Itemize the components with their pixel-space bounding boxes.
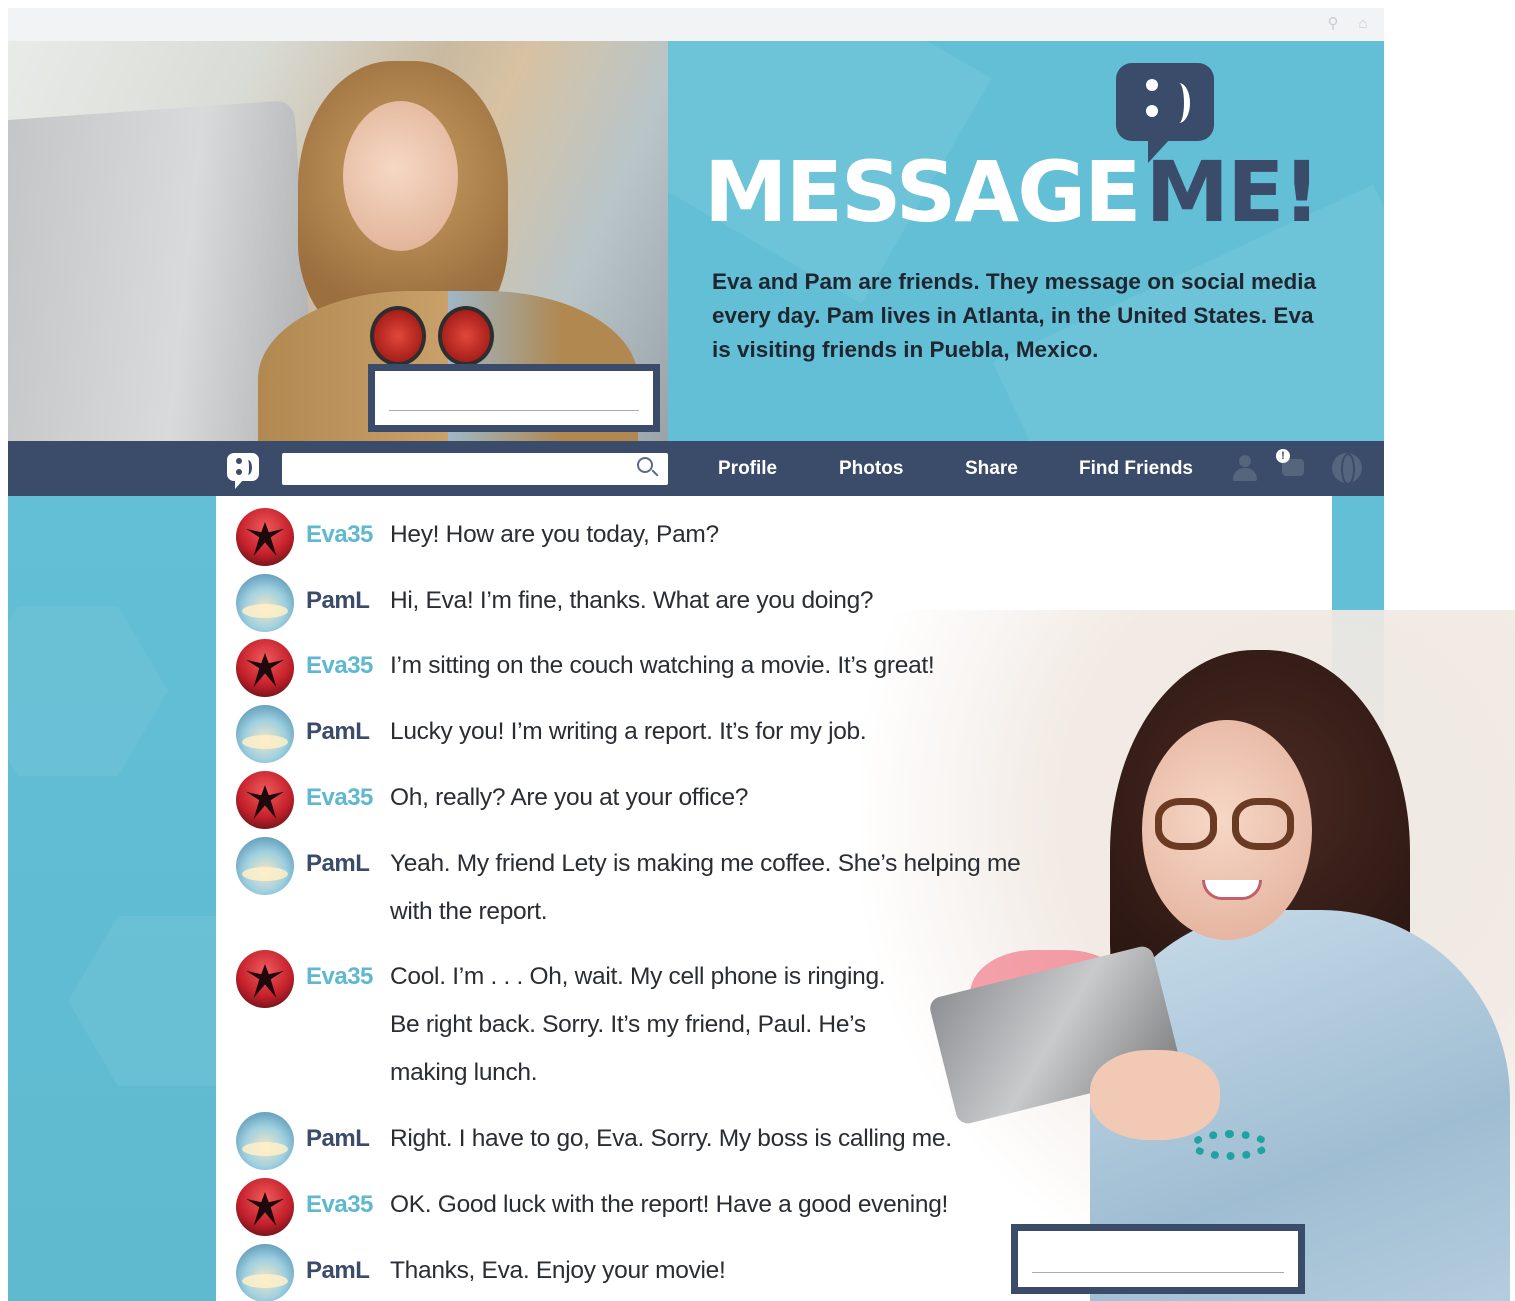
page-title: MESSAGEME! xyxy=(704,143,1321,241)
navigation-bar: Profile Photos Share Find Friends ! xyxy=(8,441,1384,496)
nav-find-friends-link[interactable]: Find Friends xyxy=(1079,458,1193,480)
message-username[interactable]: PamL xyxy=(294,586,390,616)
chat-message: Eva35 Cool. I’m . . . Oh, wait. My cell … xyxy=(236,950,886,1097)
logo-crescent xyxy=(244,460,252,475)
bracelet-illustration xyxy=(1190,1130,1270,1160)
palm-tree-avatar[interactable] xyxy=(236,639,294,697)
title-message: MESSAGE xyxy=(704,143,1142,241)
person-head xyxy=(1239,455,1251,467)
chat-message: Eva35 Oh, really? Are you at your office… xyxy=(236,771,748,829)
message-text: Hi, Eva! I’m fine, thanks. What are you … xyxy=(390,587,874,614)
chat-message: PamL Yeah. My friend Lety is making me c… xyxy=(236,837,1021,936)
sky-avatar[interactable] xyxy=(236,837,294,895)
glasses-left-illustration xyxy=(1155,798,1217,850)
hero-panel: MESSAGEME! Eva and Pam are friends. They… xyxy=(668,41,1384,441)
message-text: Thanks, Eva. Enjoy your movie! xyxy=(390,1257,726,1284)
palm-tree-avatar[interactable] xyxy=(236,950,294,1008)
message-bubble-logo-icon xyxy=(1116,63,1214,163)
globe-icon[interactable] xyxy=(1332,453,1362,485)
name-answer-box-bottom[interactable] xyxy=(1011,1224,1305,1294)
message-username[interactable]: PamL xyxy=(294,1256,390,1286)
message-username[interactable]: Eva35 xyxy=(294,783,390,813)
palm-tree-avatar[interactable] xyxy=(236,508,294,566)
message-username[interactable]: Eva35 xyxy=(294,962,390,992)
answer-line xyxy=(389,410,639,411)
chat-message: PamL Thanks, Eva. Enjoy your movie! xyxy=(236,1244,726,1301)
sky-avatar[interactable] xyxy=(236,574,294,632)
palm-tree-avatar[interactable] xyxy=(236,771,294,829)
search-icon[interactable]: ⚲ xyxy=(1323,14,1343,34)
nav-profile-link[interactable]: Profile xyxy=(718,458,777,480)
sky-avatar[interactable] xyxy=(236,705,294,763)
palm-tree-avatar[interactable] xyxy=(236,1178,294,1236)
left-background-panel xyxy=(0,496,268,1301)
sky-avatar[interactable] xyxy=(236,1244,294,1301)
message-username[interactable]: PamL xyxy=(294,1124,390,1154)
notification-badge: ! xyxy=(1276,449,1290,463)
message-username[interactable]: PamL xyxy=(294,849,390,879)
search-icon[interactable] xyxy=(633,457,657,481)
message-text: I’m sitting on the couch watching a movi… xyxy=(390,652,935,679)
headphone-left-illustration xyxy=(370,306,426,366)
logo-dot xyxy=(236,458,242,464)
search-input[interactable] xyxy=(282,453,668,485)
answer-line xyxy=(1032,1272,1284,1273)
chat-message: Eva35 I’m sitting on the couch watching … xyxy=(236,639,935,697)
chat-icon[interactable]: ! xyxy=(1276,449,1306,479)
bubble-crescent xyxy=(1168,83,1190,123)
message-text: Yeah. My friend Lety is making me coffee… xyxy=(390,850,1021,925)
message-text: Right. I have to go, Eva. Sorry. My boss… xyxy=(390,1125,952,1152)
home-icon[interactable]: ⌂ xyxy=(1353,14,1373,34)
message-username[interactable]: Eva35 xyxy=(294,1190,390,1220)
person-body xyxy=(1233,468,1257,481)
message-text: Hey! How are you today, Pam? xyxy=(390,521,719,548)
glasses-right-illustration xyxy=(1232,798,1294,850)
chat-message: PamL Hi, Eva! I’m fine, thanks. What are… xyxy=(236,574,874,632)
message-text: OK. Good luck with the report! Have a go… xyxy=(390,1191,949,1218)
logo-dot xyxy=(236,469,242,475)
site-logo-icon[interactable] xyxy=(227,453,259,489)
headphone-right-illustration xyxy=(438,306,494,366)
message-username[interactable]: Eva35 xyxy=(294,520,390,550)
nav-share-link[interactable]: Share xyxy=(965,458,1018,480)
nav-photos-link[interactable]: Photos xyxy=(839,458,903,480)
sky-avatar[interactable] xyxy=(236,1112,294,1170)
message-text: Oh, really? Are you at your office? xyxy=(390,784,749,811)
message-username[interactable]: Eva35 xyxy=(294,651,390,681)
intro-description: Eva and Pam are friends. They message on… xyxy=(712,269,1317,362)
bubble-dot xyxy=(1146,79,1158,91)
person-icon[interactable] xyxy=(1230,453,1260,483)
bubble-dot xyxy=(1146,105,1158,117)
chat-message: Eva35 Hey! How are you today, Pam? xyxy=(236,508,719,566)
background-hexagon xyxy=(0,606,168,776)
chat-message: PamL Right. I have to go, Eva. Sorry. My… xyxy=(236,1112,952,1170)
photo-woman-with-tablet xyxy=(860,610,1515,1301)
name-answer-box-top[interactable] xyxy=(368,364,660,432)
face-illustration xyxy=(343,101,458,251)
message-text: Lucky you! I’m writing a report. It’s fo… xyxy=(390,718,867,745)
title-me: ME! xyxy=(1145,143,1321,241)
message-username[interactable]: PamL xyxy=(294,717,390,747)
chat-message: PamL Lucky you! I’m writing a report. It… xyxy=(236,705,867,763)
message-text: Cool. I’m . . . Oh, wait. My cell phone … xyxy=(390,963,886,1086)
hand-illustration xyxy=(1090,1050,1220,1140)
top-strip: ⚲ ⌂ xyxy=(8,8,1384,41)
chat-message: Eva35 OK. Good luck with the report! Hav… xyxy=(236,1178,948,1236)
